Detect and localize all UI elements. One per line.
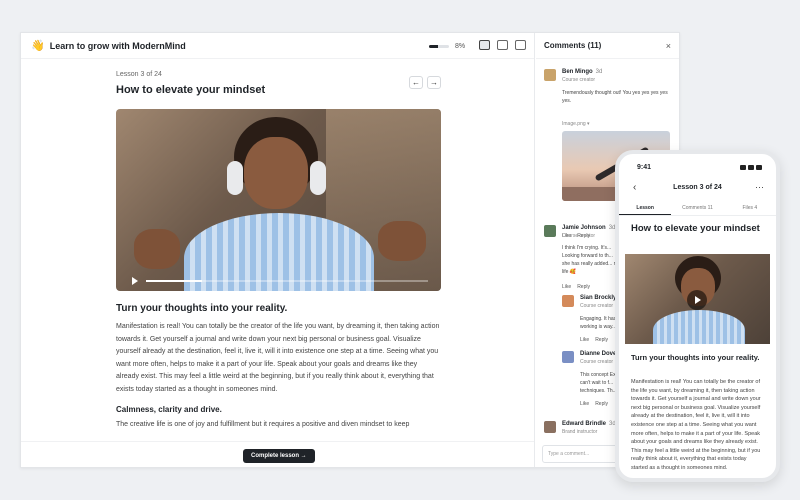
video-person-hand-left bbox=[134, 229, 180, 269]
avatar[interactable] bbox=[544, 69, 556, 81]
mobile-subheading: Turn your thoughts into your reality. bbox=[631, 353, 760, 362]
mobile-preview: 9:41 Lesson 3 of 24 ‹ ··· Lesson Comment… bbox=[615, 150, 780, 482]
mobile-tabs: Lesson Comments 11 Files 4 bbox=[619, 202, 776, 216]
lesson-footer: Complete lesson → bbox=[21, 441, 534, 467]
status-icons bbox=[740, 165, 762, 170]
avatar[interactable] bbox=[562, 351, 574, 363]
comments-title: Comments (11) bbox=[544, 41, 602, 50]
lesson-pane: 👋 Learn to grow with ModernMind 8% Lesso… bbox=[21, 33, 535, 467]
reply-button[interactable]: Reply bbox=[595, 337, 608, 343]
headphones-icon bbox=[310, 161, 326, 195]
comment-role: Course creator bbox=[562, 77, 596, 83]
avatar[interactable] bbox=[544, 225, 556, 237]
video-person-face bbox=[244, 137, 308, 209]
comment-author[interactable]: Jamie Johnson bbox=[562, 225, 606, 231]
comment-author[interactable]: Ben Mingo bbox=[562, 69, 593, 75]
like-button[interactable]: Like bbox=[562, 284, 571, 290]
comment-author[interactable]: Dianne Dover bbox=[580, 351, 619, 357]
comment-role: Course creator bbox=[580, 303, 614, 309]
wave-hand-icon: 👋 bbox=[31, 40, 45, 52]
more-icon[interactable]: ··· bbox=[755, 182, 764, 192]
sub-heading: Calmness, clarity and drive. bbox=[116, 405, 222, 414]
mobile-paragraph: Manifestation is real! You can totally b… bbox=[631, 379, 761, 471]
tab-files[interactable]: Files 4 bbox=[724, 202, 776, 215]
signal-icon bbox=[740, 165, 746, 170]
reply-button[interactable]: Reply bbox=[577, 284, 590, 290]
comment-role: Course creator bbox=[580, 359, 614, 365]
comment-author[interactable]: Edward Brindle bbox=[562, 421, 606, 427]
mobile-video[interactable] bbox=[625, 254, 770, 344]
lesson-nav: ← → bbox=[409, 76, 441, 89]
section-heading: Turn your thoughts into your reality. bbox=[116, 303, 288, 314]
close-icon[interactable]: × bbox=[666, 41, 671, 51]
comment-text: I think I'm crying. It's... Looking forw… bbox=[562, 245, 621, 275]
video-scrubber-fill bbox=[146, 280, 203, 282]
complete-lesson-button[interactable]: Complete lesson → bbox=[243, 449, 315, 463]
progress-percent: 8% bbox=[455, 43, 466, 50]
comment-role: Course creator bbox=[562, 233, 596, 239]
play-icon[interactable] bbox=[132, 277, 138, 285]
course-progress: 8% bbox=[429, 43, 465, 50]
progress-track bbox=[429, 45, 449, 48]
comment-time: 3d bbox=[595, 69, 603, 75]
lesson-paragraph: Manifestation is real! You can totally b… bbox=[116, 323, 440, 393]
avatar[interactable] bbox=[544, 421, 556, 433]
lesson-video[interactable] bbox=[116, 109, 441, 291]
video-person-hand-right bbox=[378, 221, 426, 261]
comments-header: Comments (11) bbox=[536, 33, 679, 59]
comment-author[interactable]: Sian Brockly bbox=[580, 295, 616, 301]
comment-role: Brand instructor bbox=[562, 429, 598, 435]
attachment-label[interactable]: Image.png ▾ bbox=[562, 121, 590, 127]
tab-lesson[interactable]: Lesson bbox=[619, 202, 672, 215]
battery-icon bbox=[756, 165, 762, 170]
comment-actions: Like Reply bbox=[580, 337, 614, 343]
lesson-counter: Lesson 3 of 24 bbox=[116, 71, 162, 78]
video-person-shirt bbox=[653, 310, 745, 344]
video-scrubber[interactable] bbox=[146, 280, 428, 282]
notes-icon[interactable] bbox=[497, 40, 508, 50]
play-icon[interactable] bbox=[687, 290, 707, 310]
prev-lesson-button[interactable]: ← bbox=[409, 76, 423, 89]
folder-icon[interactable] bbox=[515, 40, 526, 50]
like-button[interactable]: Like bbox=[580, 337, 589, 343]
lesson-title: How to elevate your mindset bbox=[116, 84, 266, 96]
progress-fill bbox=[429, 45, 438, 48]
mobile-heading: How to elevate your mindset bbox=[631, 223, 760, 234]
mobile-lesson-title: Lesson 3 of 24 bbox=[673, 184, 722, 191]
like-button[interactable]: Like bbox=[580, 401, 589, 407]
app-title: Learn to grow with ModernMind bbox=[49, 40, 186, 51]
lesson-content: Lesson 3 of 24 How to elevate your minds… bbox=[116, 71, 441, 428]
wifi-icon bbox=[748, 165, 754, 170]
lesson-paragraph-2: The creative life is one of joy and fulf… bbox=[116, 421, 410, 428]
comment-actions: Like Reply bbox=[580, 401, 614, 407]
reply-button[interactable]: Reply bbox=[595, 401, 608, 407]
back-icon[interactable]: ‹ bbox=[633, 182, 636, 193]
headphones-icon bbox=[227, 161, 243, 195]
next-lesson-button[interactable]: → bbox=[427, 76, 441, 89]
comment-actions: Like Reply bbox=[562, 284, 596, 290]
comment-text: Tremendously thought out! You yes yes ye… bbox=[562, 90, 668, 104]
status-time: 9:41 bbox=[637, 164, 652, 171]
desktop-window: 👋 Learn to grow with ModernMind 8% Lesso… bbox=[20, 32, 680, 468]
avatar[interactable] bbox=[562, 295, 574, 307]
tab-comments[interactable]: Comments 11 bbox=[671, 202, 723, 215]
comments-toggle-icon[interactable] bbox=[479, 40, 490, 50]
